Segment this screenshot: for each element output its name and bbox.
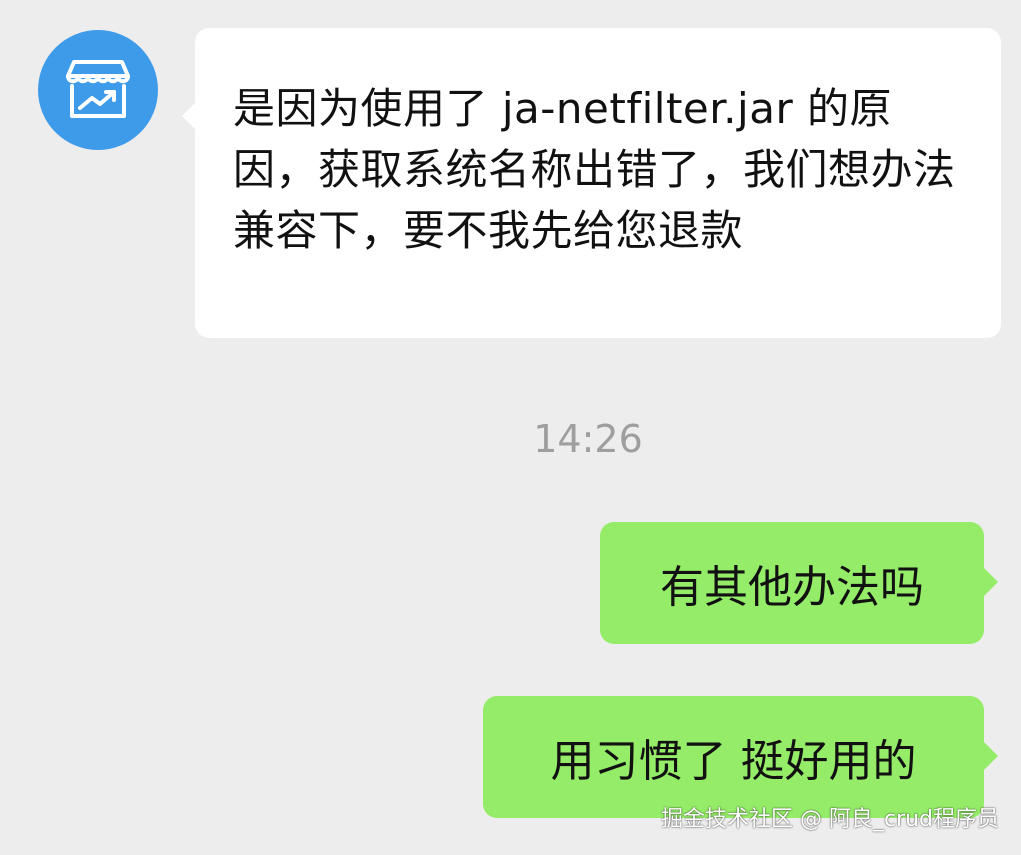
incoming-message-bubble[interactable]: 是因为使用了 ja-netfilter.jar 的原因，获取系统名称出错了，我们… bbox=[182, 28, 1001, 338]
outgoing-message-bubble[interactable]: 用习惯了 挺好用的 bbox=[483, 696, 998, 818]
chat-view: 是因为使用了 ja-netfilter.jar 的原因，获取系统名称出错了，我们… bbox=[0, 0, 1021, 855]
outgoing-message-text: 用习惯了 挺好用的 bbox=[550, 736, 917, 787]
watermark: 掘金技术社区 @ 阿良_crud程序员 bbox=[660, 807, 999, 832]
incoming-message-text: 是因为使用了 ja-netfilter.jar 的原因，获取系统名称出错了，我们… bbox=[233, 84, 956, 255]
message-timestamp: 14:26 bbox=[533, 417, 643, 461]
outgoing-message-bubble[interactable]: 有其他办法吗 bbox=[600, 522, 998, 644]
avatar[interactable] bbox=[38, 30, 158, 150]
storefront-chart-icon bbox=[66, 60, 130, 118]
outgoing-message-text: 有其他办法吗 bbox=[660, 562, 924, 613]
